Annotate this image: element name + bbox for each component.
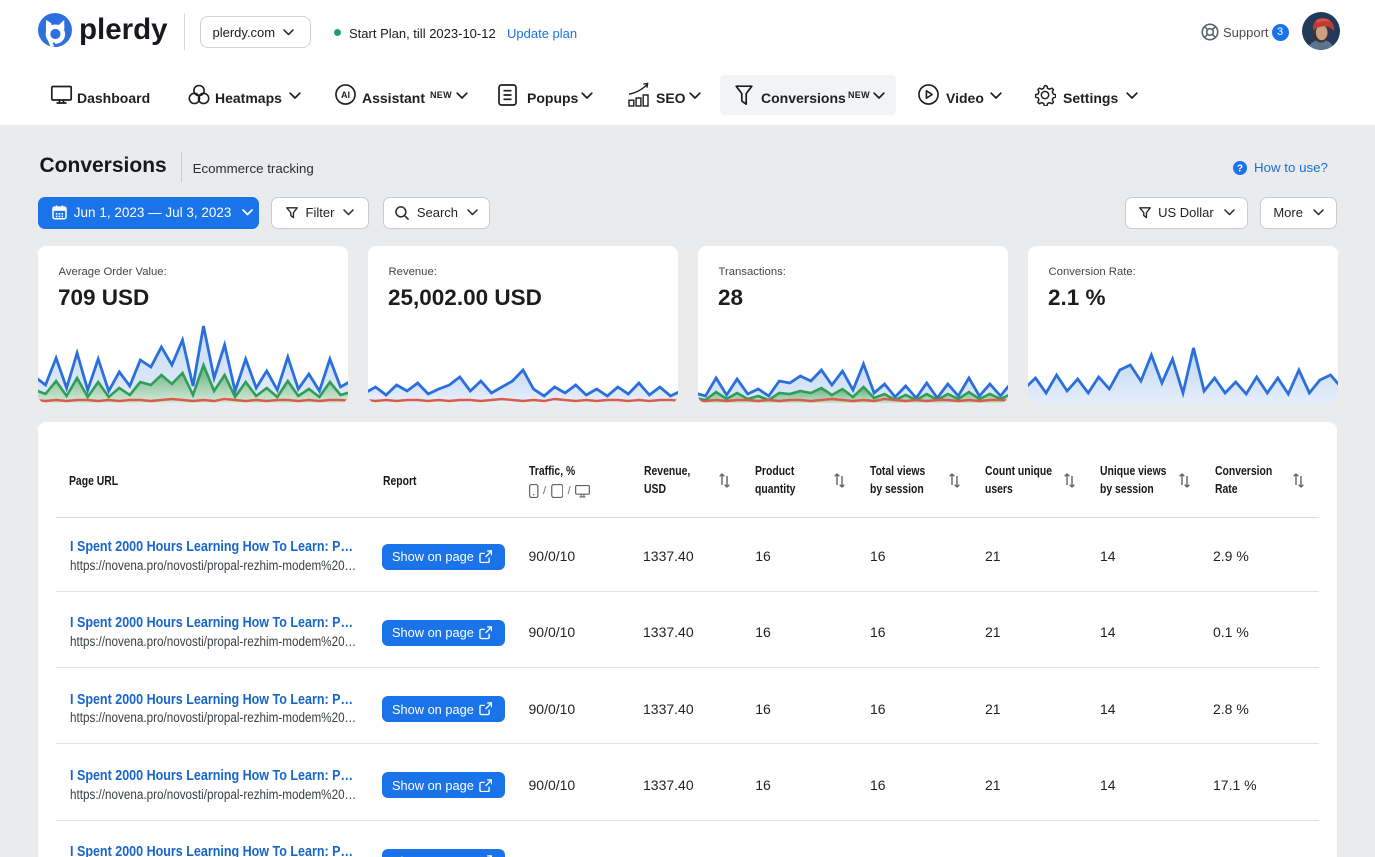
- svg-text:?: ?: [1237, 164, 1243, 175]
- svg-text:AI: AI: [341, 90, 350, 100]
